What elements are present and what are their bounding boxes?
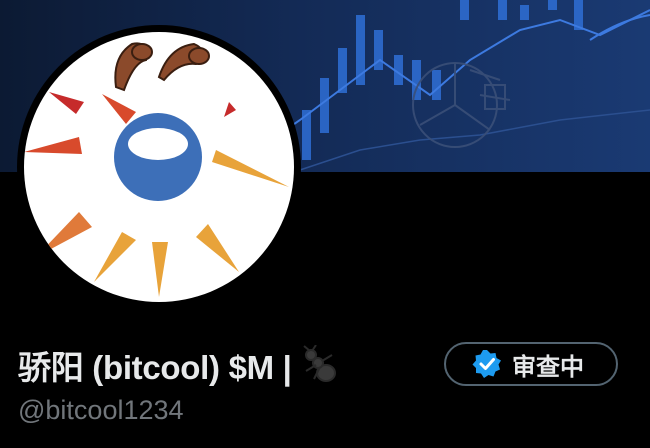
- profile-name-row: 骄阳 (bitcool) $M |: [18, 340, 340, 390]
- ant-icon: [302, 345, 336, 382]
- blue-check-icon: [472, 350, 501, 378]
- display-name: 骄阳 (bitcool) $M |: [18, 349, 292, 386]
- user-handle: @bitcool1234: [18, 395, 184, 425]
- badge-label: 审查中: [512, 353, 584, 381]
- avatar[interactable]: [24, 32, 294, 302]
- verification-status-badge[interactable]: 审查中: [444, 342, 618, 386]
- sun-logo-icon: [24, 42, 289, 297]
